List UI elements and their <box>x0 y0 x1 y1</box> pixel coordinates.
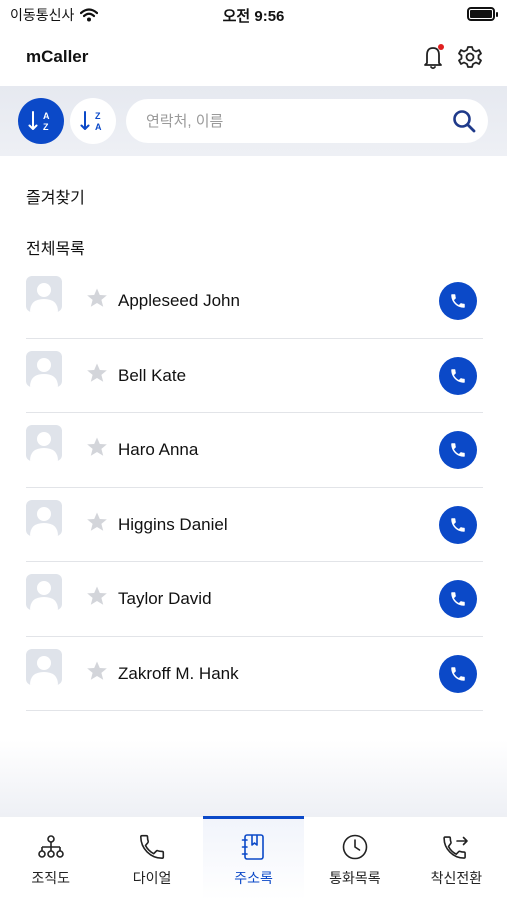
call-button[interactable] <box>439 431 477 469</box>
call-button[interactable] <box>439 282 477 320</box>
svg-text:Z: Z <box>95 111 101 121</box>
all-list-section-title: 전체목록 <box>26 241 85 258</box>
tab-bar: 조직도 다이얼 주소록 통화목록 착신전환 <box>0 816 507 900</box>
search-input[interactable] <box>146 112 436 130</box>
tab-address-book[interactable]: 주소록 <box>202 816 305 900</box>
app-title: mCaller <box>26 47 89 66</box>
sort-a-z-icon: A Z <box>28 111 50 132</box>
tab-call-forward[interactable]: 착신전환 <box>406 817 507 900</box>
call-forward-icon <box>443 836 469 859</box>
contact-name: Haro Anna <box>118 440 199 459</box>
contact-row[interactable]: Taylor David <box>0 562 507 637</box>
status-time: 오전 9:56 <box>222 8 285 25</box>
contact-row[interactable]: Zakroff M. Hank <box>0 637 507 712</box>
tab-call-history[interactable]: 통화목록 <box>304 817 405 900</box>
app-header: mCaller <box>0 30 507 86</box>
favorite-star-icon[interactable] <box>86 436 108 458</box>
call-button[interactable] <box>439 580 477 618</box>
phone-icon <box>451 666 465 681</box>
call-button[interactable] <box>439 505 477 544</box>
address-book-icon <box>241 834 264 860</box>
phone-icon <box>451 443 465 457</box>
phone-icon <box>451 592 465 606</box>
svg-text:A: A <box>43 111 50 121</box>
search-band: A Z Z A <box>0 86 507 156</box>
phone-icon <box>451 517 465 532</box>
call-button[interactable] <box>439 356 477 395</box>
contact-name: Bell Kate <box>118 365 187 385</box>
contact-row[interactable]: Higgins Daniel <box>0 488 507 563</box>
status-bar: 이동통신사 오전 9:56 <box>0 0 507 30</box>
favorite-star-icon[interactable] <box>86 585 108 607</box>
favorites-section-title: 즐겨찾기 <box>26 190 85 207</box>
avatar <box>26 276 62 312</box>
phone-icon <box>140 834 165 859</box>
avatar <box>26 574 62 610</box>
bottom-fade <box>0 740 507 816</box>
contact-row[interactable]: Appleseed John <box>0 264 507 339</box>
tab-label: 다이얼 <box>132 870 172 886</box>
avatar <box>26 425 62 461</box>
tab-label: 조직도 <box>31 870 71 886</box>
settings-gear-icon[interactable] <box>456 42 484 72</box>
phone-icon <box>451 368 465 383</box>
tab-label: 주소록 <box>234 870 273 886</box>
favorite-star-icon[interactable] <box>86 660 108 682</box>
contact-name: Higgins Daniel <box>118 514 228 534</box>
contact-row[interactable]: Bell Kate <box>0 339 507 414</box>
org-chart-icon <box>37 835 64 858</box>
favorite-star-icon[interactable] <box>86 287 108 309</box>
tab-label: 통화목록 <box>329 870 381 886</box>
sort-a-z-button[interactable]: A Z <box>18 98 64 144</box>
avatar <box>26 499 62 536</box>
contact-row[interactable]: Haro Anna <box>0 413 507 488</box>
svg-text:A: A <box>95 122 102 132</box>
svg-text:Z: Z <box>43 122 49 132</box>
tab-label: 착신전환 <box>430 870 483 886</box>
search-box <box>126 99 488 143</box>
favorite-star-icon[interactable] <box>86 511 108 533</box>
search-icon[interactable] <box>450 107 478 135</box>
notification-dot <box>438 44 444 50</box>
avatar <box>26 648 62 685</box>
battery-icon <box>467 7 498 21</box>
contact-name: Zakroff M. Hank <box>118 663 239 683</box>
notification-bell-icon[interactable] <box>420 42 448 72</box>
phone-icon <box>451 294 465 308</box>
contact-list: Appleseed John Bell Kate Haro Anna Higgi… <box>0 264 507 711</box>
avatar <box>26 350 62 387</box>
sort-z-a-button[interactable]: Z A <box>70 98 116 144</box>
clock-icon <box>342 834 368 860</box>
favorite-star-icon[interactable] <box>86 362 108 384</box>
tab-org-chart[interactable]: 조직도 <box>0 817 101 900</box>
call-button[interactable] <box>439 654 477 693</box>
contact-name: Taylor David <box>118 589 212 608</box>
tab-dial[interactable]: 다이얼 <box>101 817 202 900</box>
sort-z-a-icon: Z A <box>80 111 102 132</box>
contact-name: Appleseed John <box>118 291 240 310</box>
